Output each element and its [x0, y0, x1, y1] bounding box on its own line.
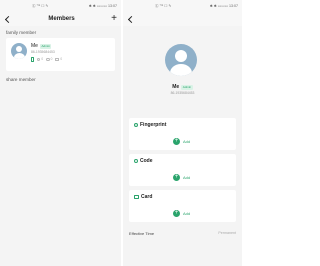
member-name-row: Me Admin [31, 43, 52, 49]
fingerprint-icon [37, 57, 41, 61]
profile-name: Me [172, 84, 180, 90]
code-count: 0 [50, 57, 53, 62]
card-icon [55, 57, 60, 61]
code-icon [134, 159, 138, 163]
status-bar: Ⓒ °ᵗʳᶦ ☐ ✎ ✱ ✱ ▭▭▭ 13:07 [123, 0, 242, 12]
plus-icon: + [173, 210, 180, 217]
add-code-button[interactable]: + Add [173, 174, 190, 181]
status-bar: Ⓒ °ᵗʳᶦ ☐ ✎ ✱ ✱ ▭▭▭ 13:07 [0, 0, 121, 12]
profile-header: Me Admin 86-1935684453 [123, 26, 242, 118]
status-right: ✱ ✱ ▭▭▭ 13:07 [88, 4, 117, 8]
fingerprint-section: Fingerprint + Add [129, 118, 236, 150]
status-left: Ⓒ °ᵗʳᶦ ☐ ✎ [155, 3, 172, 8]
profile-name-row: Me Admin [123, 84, 242, 90]
effective-time-label: Effective Time [129, 230, 155, 236]
code-section: Code + Add [129, 154, 236, 186]
card-icon [134, 195, 139, 199]
add-label: Add [183, 175, 191, 180]
plus-icon: + [173, 174, 180, 181]
fingerprint-title-row: Fingerprint [134, 122, 166, 128]
member-detail-screen: Ⓒ °ᵗʳᶦ ☐ ✎ ✱ ✱ ▭▭▭ 13:07 Me Admin 86-193… [123, 0, 242, 266]
add-fingerprint-button[interactable]: + Add [173, 138, 190, 145]
share-member-label: share member [6, 77, 36, 82]
back-icon[interactable] [127, 14, 135, 24]
avatar [165, 44, 197, 76]
profile-phone: 86-1935684453 [170, 91, 195, 95]
stat-phone [31, 57, 34, 62]
add-member-button[interactable]: + [111, 14, 117, 24]
card-count: 0 [60, 57, 63, 62]
member-stats: 0 0 0 [31, 57, 62, 62]
status-left: Ⓒ °ᵗʳᶦ ☐ ✎ [32, 3, 49, 8]
code-title-row: Code [134, 158, 153, 164]
effective-time-value: Permanent [218, 231, 236, 235]
code-icon [46, 57, 50, 61]
add-label: Add [183, 139, 191, 144]
fingerprint-title: Fingerprint [140, 122, 167, 128]
card-section: Card + Add [129, 190, 236, 222]
add-card-button[interactable]: + Add [173, 210, 190, 217]
member-phone: 86-1935684453 [31, 50, 55, 54]
admin-badge: Admin [181, 84, 193, 90]
avatar [11, 43, 27, 59]
member-name: Me [31, 43, 38, 49]
card-title-row: Card [134, 194, 152, 200]
fingerprint-icon [134, 123, 138, 127]
add-label: Add [183, 211, 191, 216]
stat-fingerprint: 0 [37, 57, 43, 61]
page-title: Members [48, 16, 75, 22]
status-right: ✱ ✱ ▭▭▭ 13:07 [209, 4, 238, 8]
member-card[interactable]: Me Admin 86-1935684453 0 0 0 [6, 38, 115, 71]
family-member-label: family member [6, 30, 37, 35]
plus-icon: + [173, 138, 180, 145]
admin-badge: Admin [39, 43, 52, 49]
nav-bar [123, 12, 242, 26]
stat-code: 0 [46, 57, 52, 61]
phone-icon [31, 57, 34, 62]
members-screen: Ⓒ °ᵗʳᶦ ☐ ✎ ✱ ✱ ▭▭▭ 13:07 Members + famil… [0, 0, 121, 266]
card-title: Card [141, 194, 153, 200]
nav-bar: Members + [0, 12, 121, 26]
code-title: Code [140, 158, 153, 164]
effective-time-row[interactable]: Effective Time Permanent [129, 226, 236, 240]
back-icon[interactable] [4, 14, 12, 24]
stat-card: 0 [55, 57, 62, 61]
fingerprint-count: 0 [41, 57, 44, 62]
